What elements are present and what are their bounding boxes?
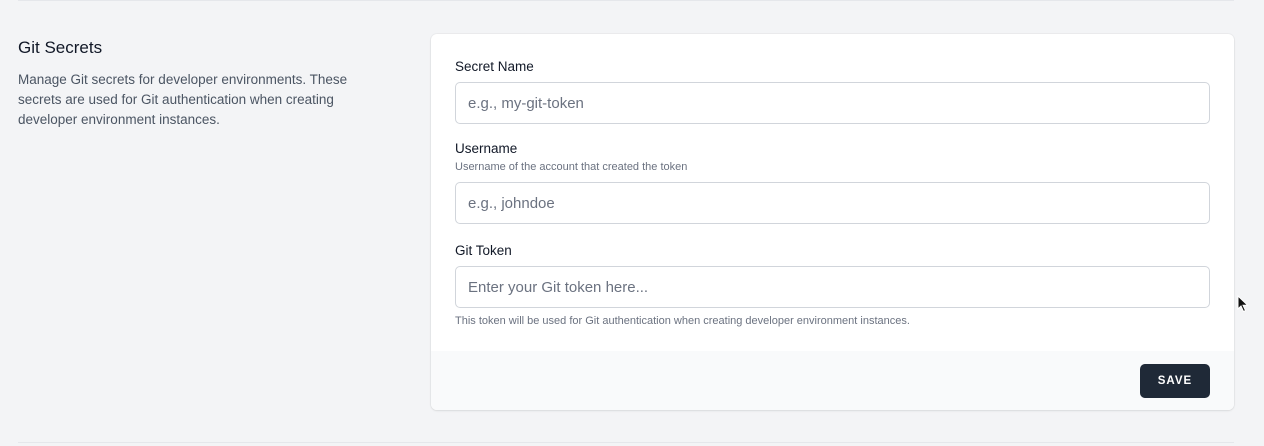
username-help-text: Username of the account that created the…: [455, 161, 688, 173]
username-label: Username: [455, 141, 518, 156]
secret-name-field: Secret Name: [455, 58, 1210, 124]
section-divider-top: [18, 0, 1234, 1]
username-field: Username Username of the account that cr…: [455, 140, 1210, 224]
secret-name-label: Secret Name: [455, 59, 534, 74]
git-token-help-text: This token will be used for Git authenti…: [455, 315, 910, 327]
save-button[interactable]: SAVE: [1140, 364, 1210, 398]
section-divider-bottom: [18, 442, 1234, 443]
section-description: Manage Git secrets for developer environ…: [18, 72, 348, 127]
git-secret-form-card: Secret Name Username Username of the acc…: [431, 34, 1234, 410]
form-body: Secret Name Username Username of the acc…: [431, 34, 1234, 351]
section-title: Git Secrets: [18, 38, 103, 57]
mouse-pointer-icon: [1237, 295, 1249, 313]
git-token-field: Git Token This token will be used for Gi…: [455, 242, 1210, 328]
section-info: Git Secrets Manage Git secrets for devel…: [18, 36, 378, 130]
form-footer: SAVE: [431, 351, 1234, 410]
username-input[interactable]: [455, 182, 1210, 224]
git-token-label: Git Token: [455, 243, 512, 258]
git-token-input[interactable]: [455, 266, 1210, 308]
git-secrets-page: Git Secrets Manage Git secrets for devel…: [0, 0, 1264, 446]
secret-name-input[interactable]: [455, 82, 1210, 124]
